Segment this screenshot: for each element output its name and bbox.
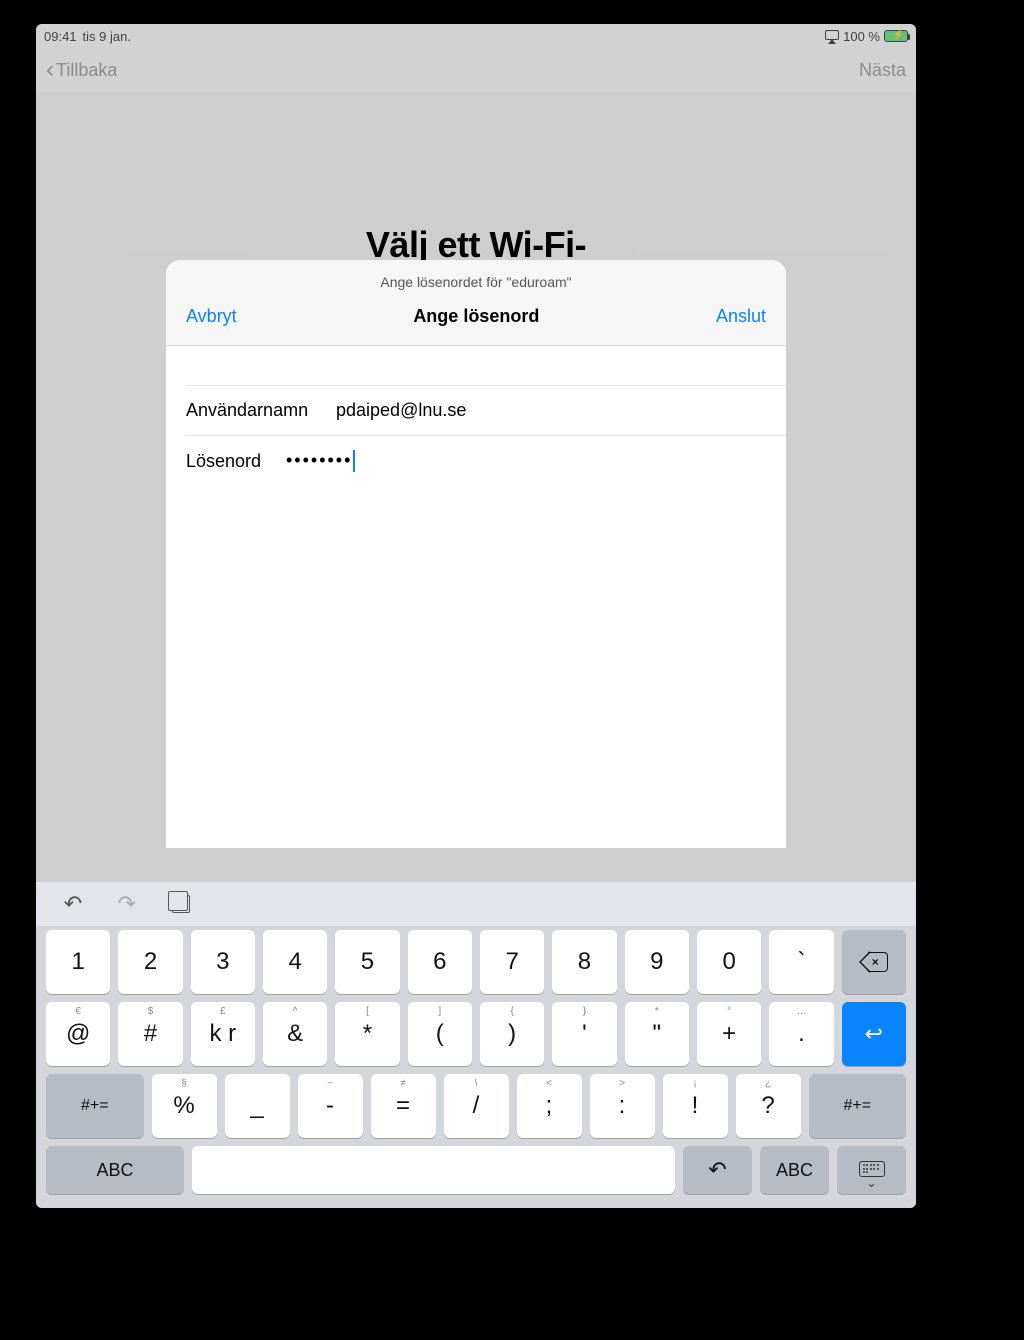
key-2[interactable]: 2 [118,930,182,994]
clipboard-button[interactable] [168,891,194,917]
wifi-password-sheet: Ange lösenordet för "eduroam" Avbryt Ang… [166,260,786,848]
key-7[interactable]: 7 [480,930,544,994]
cancel-button[interactable]: Avbryt [186,306,237,327]
redo-icon: ↷ [118,891,136,917]
abc-key-right[interactable]: ABC [760,1146,829,1194]
key-colon[interactable]: >: [590,1074,655,1138]
undo-button[interactable]: ↶ [60,891,86,917]
symbols-key-left[interactable]: #+= [46,1074,144,1138]
copy-icon [172,895,190,913]
keyboard-row-1: 1 2 3 4 5 6 7 8 9 0 ` × [46,930,906,994]
key-at[interactable]: €@ [46,1002,110,1066]
key-hash[interactable]: $# [118,1002,182,1066]
key-kr[interactable]: £k r [191,1002,255,1066]
key-minus[interactable]: ~- [298,1074,363,1138]
key-rparen[interactable]: {) [480,1002,544,1066]
key-8[interactable]: 8 [552,930,616,994]
key-amp[interactable]: ^& [263,1002,327,1066]
key-5[interactable]: 5 [335,930,399,994]
key-lparen[interactable]: ]( [408,1002,472,1066]
key-6[interactable]: 6 [408,930,472,994]
join-button[interactable]: Anslut [716,306,766,327]
key-quote[interactable]: *" [625,1002,689,1066]
key-percent[interactable]: §% [152,1074,217,1138]
key-question[interactable]: ¿? [736,1074,801,1138]
key-equals[interactable]: ≠= [371,1074,436,1138]
return-key[interactable]: ↩ [842,1002,906,1066]
key-backtick[interactable]: ` [769,930,833,994]
keyboard-toolbar: ↶ ↷ [36,882,916,926]
undo-icon: ↶ [64,891,82,917]
username-row[interactable]: Användarnamn pdaiped@lnu.se [186,386,786,436]
password-label: Lösenord [186,451,286,472]
key-semicolon[interactable]: <; [517,1074,582,1138]
username-label: Användarnamn [186,400,336,421]
key-slash[interactable]: \/ [444,1074,509,1138]
return-icon: ↩ [865,1021,883,1047]
key-star[interactable]: [* [335,1002,399,1066]
backspace-icon: × [860,952,888,972]
backspace-key[interactable]: × [842,930,906,994]
password-masked: •••••••• [286,450,352,470]
key-plus[interactable]: °+ [697,1002,761,1066]
sheet-title: Ange lösenord [413,306,539,327]
key-9[interactable]: 9 [625,930,689,994]
redo-button: ↷ [114,891,140,917]
key-apos[interactable]: }' [552,1002,616,1066]
keyboard-row-3: #+= §% _ ~- ≠= \/ <; >: ¡! ¿? #+= [46,1074,906,1138]
password-field[interactable]: •••••••• [286,450,766,472]
key-4[interactable]: 4 [263,930,327,994]
username-field[interactable]: pdaiped@lnu.se [336,400,766,421]
key-3[interactable]: 3 [191,930,255,994]
key-1[interactable]: 1 [46,930,110,994]
key-period[interactable]: …. [769,1002,833,1066]
key-bang[interactable]: ¡! [663,1074,728,1138]
undo-key[interactable]: ↶ [683,1146,752,1194]
dismiss-keyboard-key[interactable] [837,1146,906,1194]
space-key[interactable] [192,1146,675,1194]
abc-key-left[interactable]: ABC [46,1146,184,1194]
sheet-subtitle: Ange lösenordet för "eduroam" [166,260,786,300]
onscreen-keyboard: ↶ ↷ 1 2 3 4 5 6 7 8 9 0 ` × [36,882,916,1208]
text-caret [353,450,355,472]
keyboard-row-4: ABC ↶ ABC [46,1146,906,1194]
keyboard-icon [856,1156,888,1184]
symbols-key-right[interactable]: #+= [809,1074,907,1138]
keyboard-row-2: €@ $# £k r ^& [* ]( {) }' *" °+ …. ↩ [46,1002,906,1066]
password-row[interactable]: Lösenord •••••••• [186,436,786,486]
key-0[interactable]: 0 [697,930,761,994]
key-underscore[interactable]: _ [225,1074,290,1138]
undo-icon: ↶ [708,1157,726,1183]
